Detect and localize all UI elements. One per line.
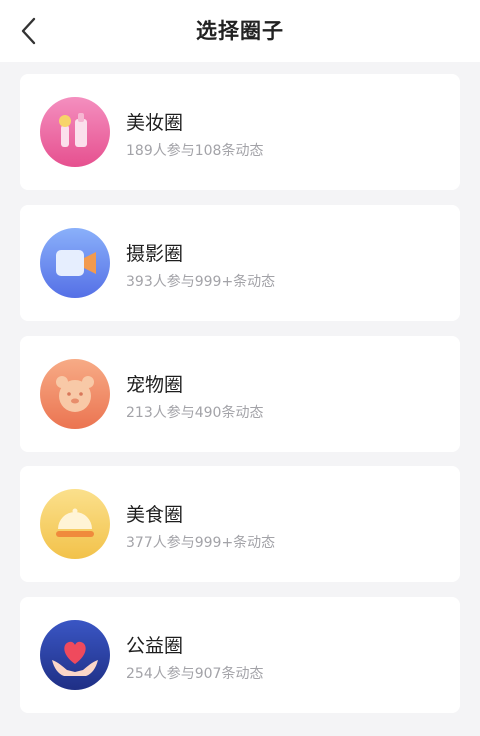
top-bar: 选择圈子	[0, 0, 480, 62]
circle-stats: 189人参与108条动态	[126, 143, 264, 159]
bear-face-icon	[40, 359, 110, 429]
circle-stats: 254人参与907条动态	[126, 666, 264, 682]
circle-name: 宠物圈	[126, 374, 184, 396]
circle-name: 美食圈	[126, 504, 184, 526]
cosmetics-icon	[40, 97, 110, 167]
circle-item-makeup[interactable]: 美妆圈 189人参与108条动态	[20, 74, 460, 190]
circle-item-charity[interactable]: 公益圈 254人参与907条动态	[20, 597, 460, 713]
circle-item-pets[interactable]: 宠物圈 213人参与490条动态	[20, 336, 460, 452]
circle-stats: 213人参与490条动态	[126, 405, 264, 421]
circle-item-photography[interactable]: 摄影圈 393人参与999+条动态	[20, 205, 460, 321]
hands-heart-icon	[40, 620, 110, 690]
video-camera-icon	[40, 228, 110, 298]
circle-name: 摄影圈	[126, 243, 184, 265]
circle-name: 公益圈	[126, 635, 184, 657]
circle-item-food[interactable]: 美食圈 377人参与999+条动态	[20, 466, 460, 582]
circle-stats: 393人参与999+条动态	[126, 274, 276, 290]
food-dome-icon	[40, 489, 110, 559]
page-title: 选择圈子	[196, 19, 284, 43]
circle-name: 美妆圈	[126, 112, 184, 134]
circle-stats: 377人参与999+条动态	[126, 535, 276, 551]
